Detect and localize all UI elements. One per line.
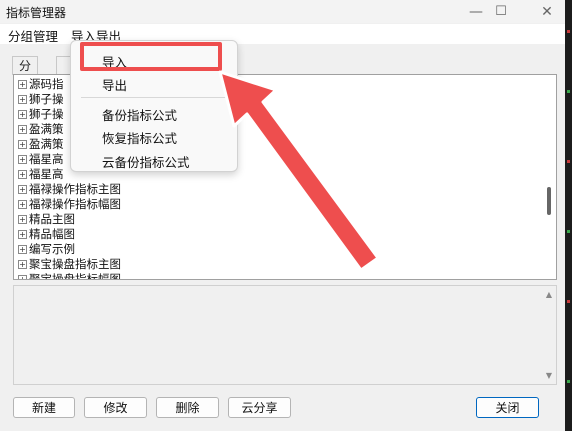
edge-dot (567, 230, 570, 233)
edge-dot (567, 380, 570, 383)
edge-dot (567, 30, 570, 33)
edge-dot (567, 90, 570, 93)
desktop-edge (565, 0, 572, 431)
annotation-arrow-shape (218, 70, 380, 272)
annotation-arrow (218, 70, 380, 272)
edge-dot (567, 160, 570, 163)
indicator-manager-window: 指标管理器 — ☐ ✕ 分组管理 导入导出 分组 +源码指+狮子操+狮子操+盈满… (0, 0, 565, 431)
edge-dot (567, 300, 570, 303)
